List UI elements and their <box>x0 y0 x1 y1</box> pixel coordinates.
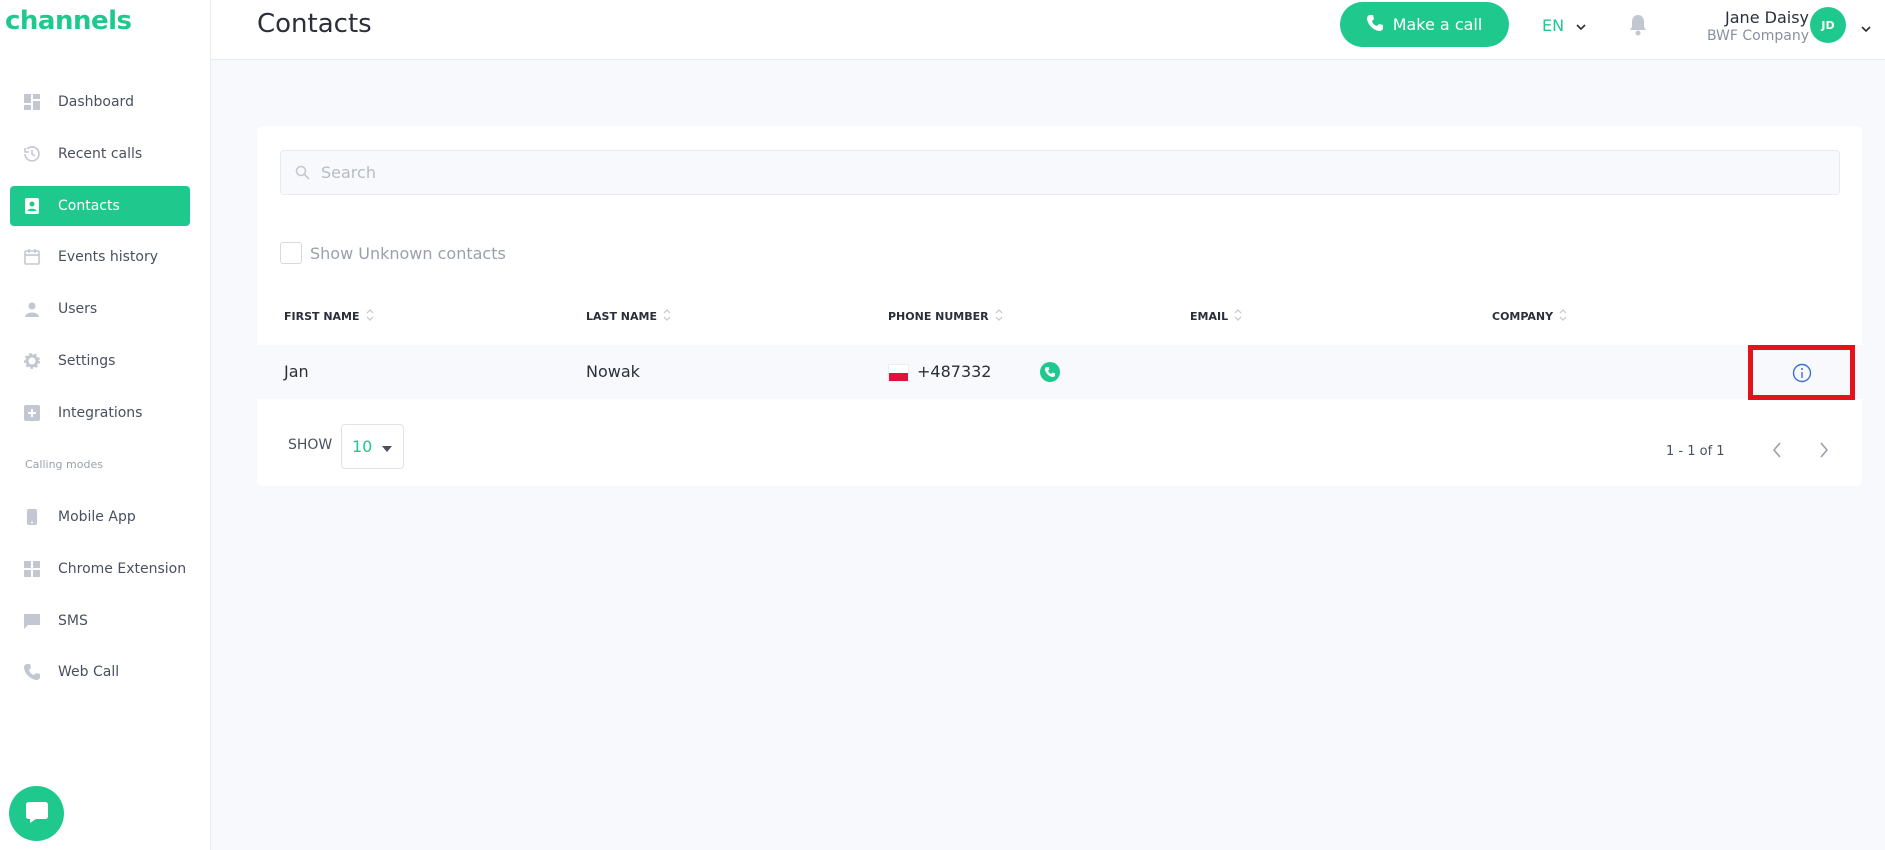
sidebar-item-label: Dashboard <box>58 94 134 110</box>
cell-last-name: Nowak <box>586 362 640 381</box>
page-size-label: SHOW <box>288 437 333 453</box>
sidebar-item-events-history[interactable]: Events history <box>10 237 190 277</box>
column-label: EMAIL <box>1190 310 1229 323</box>
sidebar-item-sms[interactable]: SMS <box>10 601 190 641</box>
extension-icon <box>24 561 40 577</box>
sidebar-item-web-call[interactable]: Web Call <box>10 652 190 692</box>
dashboard-icon <box>24 94 40 110</box>
call-contact-button[interactable] <box>1040 362 1060 382</box>
sort-icon <box>995 309 1003 324</box>
sidebar-item-label: Integrations <box>58 405 143 421</box>
sidebar-item-contacts[interactable]: Contacts <box>10 186 190 226</box>
sidebar-item-label: Contacts <box>58 198 120 214</box>
support-chat-button[interactable] <box>9 786 64 841</box>
unknown-contacts-toggle[interactable]: Show Unknown contacts <box>280 242 506 264</box>
sidebar-item-chrome-extension[interactable]: Chrome Extension <box>10 549 190 589</box>
column-label: FIRST NAME <box>284 310 360 323</box>
chat-bubble-icon <box>24 799 50 829</box>
column-header-phone-number[interactable]: PHONE NUMBER <box>888 309 1003 324</box>
chat-icon <box>24 613 40 629</box>
calling-modes-heading: Calling modes <box>25 458 103 471</box>
sidebar-item-integrations[interactable]: Integrations <box>10 393 190 433</box>
poland-flag-icon <box>888 364 909 382</box>
column-header-last-name[interactable]: LAST NAME <box>586 309 671 324</box>
contacts-card: Show Unknown contacts FIRST NAME LAST NA… <box>257 126 1862 486</box>
search-input[interactable] <box>321 151 1821 194</box>
sidebar-item-label: SMS <box>58 613 88 629</box>
column-header-first-name[interactable]: FIRST NAME <box>284 309 374 324</box>
avatar[interactable]: JD <box>1810 7 1846 43</box>
sidebar-item-label: Chrome Extension <box>58 561 187 577</box>
phone-icon <box>1045 367 1055 377</box>
app-logo[interactable]: channels <box>5 6 132 36</box>
sidebar-item-users[interactable]: Users <box>10 289 190 329</box>
sidebar-item-label: Events history <box>58 249 159 265</box>
phone-device-icon <box>24 509 40 525</box>
column-header-email[interactable]: EMAIL <box>1190 309 1242 324</box>
phone-icon <box>24 664 40 680</box>
sidebar-item-label: Users <box>58 301 98 317</box>
page-size-value: 10 <box>352 437 373 456</box>
table-row[interactable]: Jan Nowak +487332 <box>257 345 1862 400</box>
user-name: Jane Daisy <box>1725 8 1809 27</box>
column-label: COMPANY <box>1492 310 1554 323</box>
language-selector[interactable]: EN <box>1542 16 1586 35</box>
contacts-icon <box>24 198 40 214</box>
previous-page-icon[interactable] <box>1772 442 1782 462</box>
make-call-button[interactable]: Make a call <box>1340 2 1509 47</box>
page-title: Contacts <box>257 9 372 39</box>
sidebar-item-recent-calls[interactable]: Recent calls <box>10 134 190 174</box>
column-label: LAST NAME <box>586 310 657 323</box>
plus-box-icon <box>24 405 40 421</box>
sidebar-item-dashboard[interactable]: Dashboard <box>10 82 190 122</box>
sort-icon <box>663 309 671 324</box>
search-box[interactable] <box>280 150 1840 195</box>
gear-icon <box>24 353 40 369</box>
user-icon <box>24 301 40 317</box>
phone-icon <box>1366 14 1383 35</box>
cell-phone: +487332 <box>917 362 992 381</box>
sort-icon <box>1234 309 1242 324</box>
search-icon <box>295 165 310 184</box>
column-header-company[interactable]: COMPANY <box>1492 309 1567 324</box>
page-size-select[interactable]: 10 <box>341 424 404 469</box>
info-icon <box>1792 363 1811 382</box>
sidebar-item-mobile-app[interactable]: Mobile App <box>10 497 190 537</box>
history-icon <box>24 146 40 162</box>
pagination-range: 1 - 1 of 1 <box>1666 444 1725 459</box>
cell-first-name: Jan <box>284 362 309 381</box>
chevron-down-icon <box>1576 16 1586 35</box>
sort-icon <box>1559 309 1567 324</box>
unknown-contacts-checkbox[interactable] <box>280 242 302 264</box>
user-company: BWF Company <box>1706 28 1809 44</box>
language-code: EN <box>1542 16 1565 35</box>
calendar-icon <box>24 249 40 265</box>
sidebar-item-label: Mobile App <box>58 509 136 525</box>
contact-details-button[interactable] <box>1748 345 1855 400</box>
user-menu-chevron-icon[interactable] <box>1861 18 1871 37</box>
column-label: PHONE NUMBER <box>888 310 989 323</box>
sidebar-item-label: Recent calls <box>58 146 143 162</box>
next-page-icon[interactable] <box>1819 442 1829 462</box>
unknown-contacts-label: Show Unknown contacts <box>310 243 506 263</box>
sidebar-item-label: Settings <box>58 353 116 369</box>
caret-down-icon <box>382 437 393 456</box>
make-call-label: Make a call <box>1392 15 1483 34</box>
sidebar-item-settings[interactable]: Settings <box>10 341 190 381</box>
top-header: Contacts Make a call EN Jane Daisy BWF C… <box>211 0 1885 60</box>
sidebar-item-label: Web Call <box>58 664 120 680</box>
sort-icon <box>366 309 374 324</box>
sidebar: channels Dashboard Recent calls Contacts… <box>0 0 211 850</box>
